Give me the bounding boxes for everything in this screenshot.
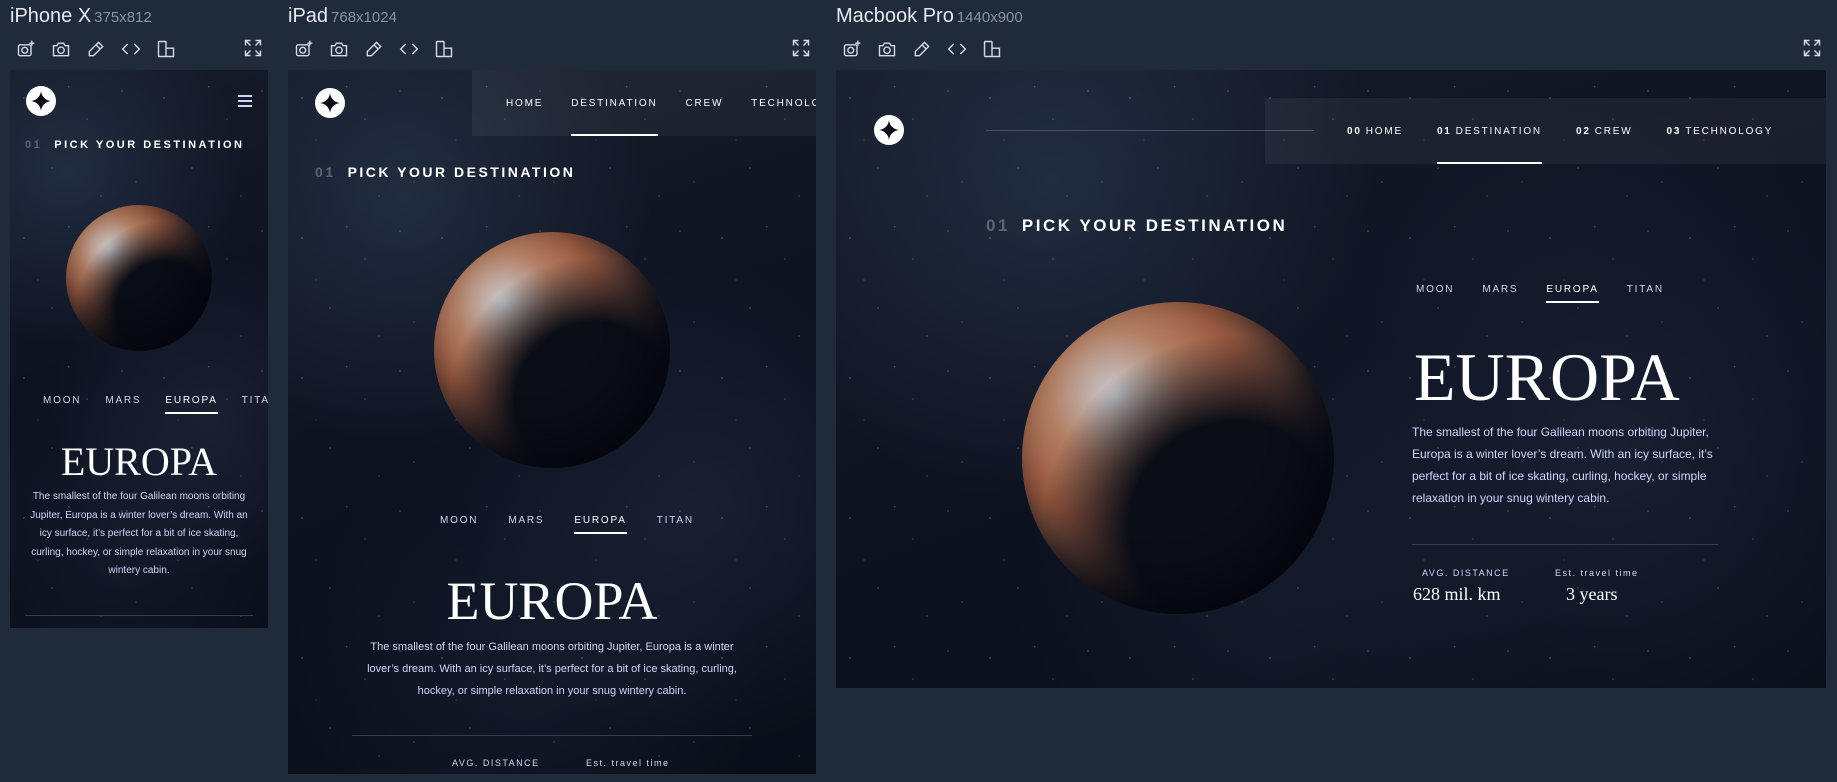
nav-home[interactable]: HOME — [506, 70, 543, 136]
eyedropper-icon[interactable] — [363, 38, 384, 59]
tab-europa[interactable]: EUROPA — [165, 395, 219, 414]
travel-label: Est. travel time — [1555, 568, 1639, 578]
nav-home-label: HOME — [1365, 125, 1403, 137]
tab-mars[interactable]: MARS — [105, 395, 141, 414]
camera-icon[interactable] — [328, 38, 349, 59]
tab-mars[interactable]: MARS — [508, 515, 544, 534]
camera-icon[interactable] — [50, 38, 71, 59]
tab-titan[interactable]: TITAN — [242, 395, 268, 414]
logo-icon[interactable] — [874, 115, 904, 145]
planet-name: EUROPA — [1414, 339, 1680, 415]
heading-text: PICK YOUR DESTINATION — [54, 139, 245, 151]
device-title: iPhone X 375x812 — [10, 5, 152, 28]
fullscreen-icon[interactable] — [791, 38, 811, 63]
nav-destination[interactable]: DESTINATION — [571, 70, 658, 136]
code-icon[interactable] — [946, 38, 967, 59]
device-dims: 768x1024 — [331, 9, 397, 26]
page-heading: 01 PICK YOUR DESTINATION — [986, 216, 1287, 236]
planet-description: The smallest of the four Galilean moons … — [1412, 425, 1713, 505]
device-toolbar — [841, 38, 1002, 59]
fullscreen-icon[interactable] — [243, 38, 263, 63]
divider — [352, 735, 752, 736]
planet-image — [434, 232, 670, 468]
device-title: iPad 768x1024 — [288, 5, 397, 28]
heading-number: 01 — [315, 164, 336, 180]
nav-crew[interactable]: CREW — [686, 70, 724, 136]
distance-label: AVG. DISTANCE — [1422, 568, 1510, 578]
camera-icon[interactable] — [876, 38, 897, 59]
tab-europa[interactable]: EUROPA — [574, 515, 628, 534]
planet-image — [1022, 302, 1334, 614]
page-heading: 01 PICK YOUR DESTINATION — [315, 164, 575, 180]
nav-destination-number: 01 — [1436, 125, 1452, 137]
logo-icon[interactable] — [315, 88, 345, 118]
device-toolbar — [293, 38, 454, 59]
nav-destination-label: DESTINATION — [1455, 125, 1542, 137]
tab-europa[interactable]: EUROPA — [1546, 284, 1600, 303]
nav-destination[interactable]: 01 DESTINATION — [1436, 98, 1542, 164]
nav-technology-number: 03 — [1666, 125, 1682, 137]
nav-crew[interactable]: 02 CREW — [1576, 98, 1633, 164]
iphone-screen: 01 PICK YOUR DESTINATION MOON MARS EUROPA… — [10, 70, 268, 628]
destination-tabs: MOON MARS EUROPA TITAN — [1416, 284, 1664, 303]
planet-description: The smallest of the four Galilean moons … — [367, 641, 737, 697]
camera-plus-icon[interactable] — [293, 38, 314, 59]
nav-home[interactable]: 00 HOME — [1347, 98, 1403, 164]
top-nav: HOME DESTINATION CREW TECHNOLOGY — [472, 70, 816, 136]
fullscreen-icon[interactable] — [1802, 38, 1822, 63]
distance-label: AVG. DISTANCE — [452, 758, 540, 768]
divider — [25, 615, 253, 616]
divider — [1412, 544, 1718, 545]
nav-home-number: 00 — [1347, 125, 1362, 137]
heading-number: 01 — [986, 216, 1010, 235]
logo-icon[interactable] — [26, 86, 56, 116]
device-name: iPhone X — [10, 5, 92, 27]
eyedropper-icon[interactable] — [911, 38, 932, 59]
nav-crew-label: CREW — [1594, 125, 1633, 137]
nav-crew-number: 02 — [1575, 125, 1591, 137]
camera-plus-icon[interactable] — [841, 38, 862, 59]
rotate-device-icon[interactable] — [981, 38, 1002, 59]
device-title: Macbook Pro 1440x900 — [836, 5, 1023, 28]
eyedropper-icon[interactable] — [85, 38, 106, 59]
menu-icon[interactable] — [238, 95, 252, 107]
code-icon[interactable] — [120, 38, 141, 59]
destination-tabs: MOON MARS EUROPA TITAN — [440, 515, 694, 534]
planet-name: EUROPA — [60, 439, 218, 484]
distance-value: 628 mil. km — [1413, 584, 1501, 604]
macbook-screen: 00 HOME 01 DESTINATION 02 CREW 03 TECHNOLOGY… — [836, 70, 1826, 688]
heading-text: PICK YOUR DESTINATION — [1021, 216, 1288, 235]
rotate-device-icon[interactable] — [155, 38, 176, 59]
device-name: iPad — [288, 5, 329, 27]
travel-value: 3 years — [1566, 584, 1618, 604]
nav-technology[interactable]: TECHNOLOGY — [751, 70, 816, 136]
camera-plus-icon[interactable] — [15, 38, 36, 59]
tab-moon[interactable]: MOON — [1416, 284, 1454, 303]
heading-number: 01 — [25, 139, 43, 151]
tab-titan[interactable]: TITAN — [1627, 284, 1664, 303]
device-name: Macbook Pro — [836, 5, 954, 27]
ipad-screen: HOME DESTINATION CREW TECHNOLOGY 01 PICK … — [288, 70, 816, 774]
tab-titan[interactable]: TITAN — [657, 515, 694, 534]
nav-technology-label: TECHNOLOGY — [1685, 125, 1774, 137]
heading-text: PICK YOUR DESTINATION — [347, 164, 576, 180]
top-nav: 00 HOME 01 DESTINATION 02 CREW 03 TECHNOLOGY — [1265, 98, 1826, 164]
tab-mars[interactable]: MARS — [1482, 284, 1518, 303]
device-dims: 375x812 — [94, 9, 152, 26]
destination-tabs: MOON MARS EUROPA TITAN — [43, 395, 268, 414]
planet-description: The smallest of the four Galilean moons … — [30, 491, 248, 576]
code-icon[interactable] — [398, 38, 419, 59]
device-toolbar — [15, 38, 176, 59]
planet-image — [66, 205, 212, 351]
planet-name: EUROPA — [446, 571, 658, 631]
device-dims: 1440x900 — [956, 9, 1023, 26]
tab-moon[interactable]: MOON — [440, 515, 478, 534]
page-heading: 01 PICK YOUR DESTINATION — [25, 139, 244, 151]
travel-label: Est. travel time — [586, 758, 670, 768]
tab-moon[interactable]: MOON — [43, 395, 81, 414]
nav-technology[interactable]: 03 TECHNOLOGY — [1666, 98, 1773, 164]
rotate-device-icon[interactable] — [433, 38, 454, 59]
